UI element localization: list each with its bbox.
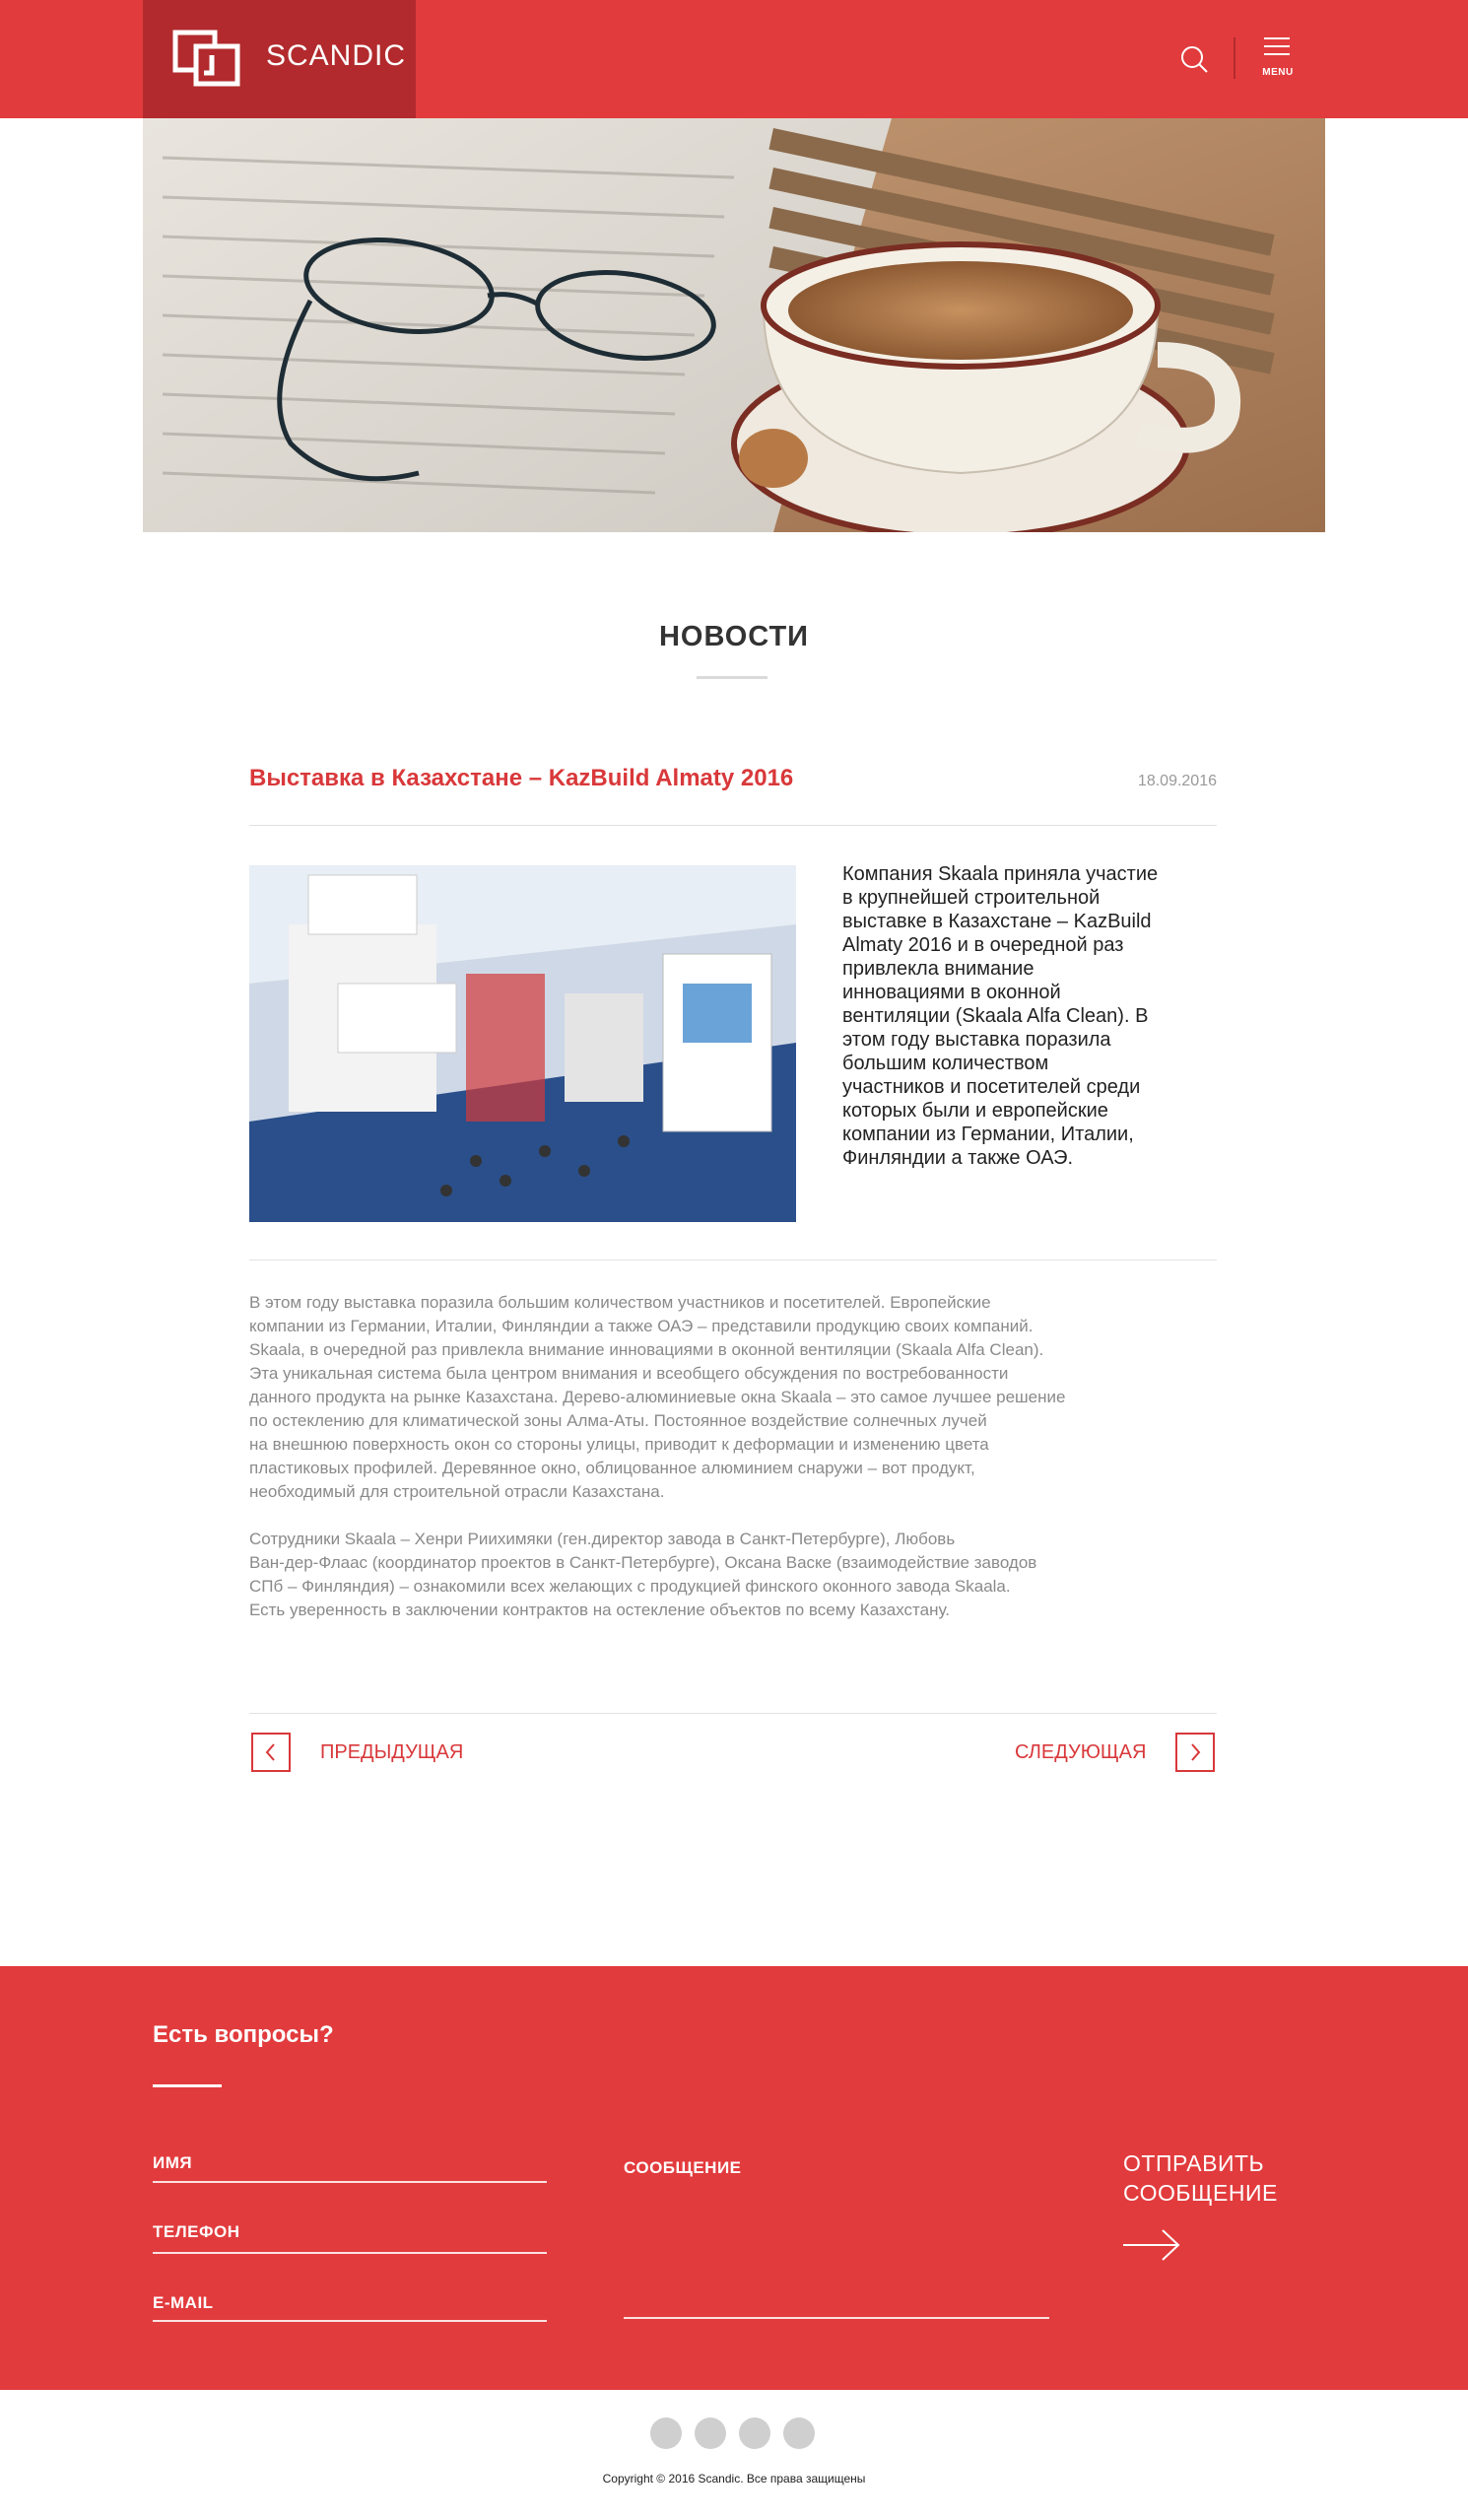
search-icon (1181, 46, 1208, 73)
header-divider (1234, 37, 1235, 79)
arrow-right-icon (1123, 2229, 1180, 2261)
body-line: СПб – Финляндия) – ознакомили всех желаю… (249, 1577, 1011, 1596)
body-line: Сотрудники Skaala – Хенри Риихимяки (ген… (249, 1530, 956, 1548)
logo-icon (172, 30, 240, 87)
lead-line: вентиляции (Skaala Alfa Clean). В (842, 1005, 1149, 1027)
body-line: Есть уверенность в заключении контрактов… (249, 1601, 950, 1619)
body-line: Эта уникальная система была центром вним… (249, 1364, 1009, 1383)
menu-button[interactable]: MENU (1261, 35, 1295, 83)
hero-image (143, 118, 1325, 532)
body-line: Skaala, в очередной раз привлекла вниман… (249, 1340, 1044, 1359)
phone-field[interactable]: ТЕЛЕФОН (153, 2222, 547, 2254)
lead-line: этом году выставка поразила (842, 1029, 1111, 1051)
lead-line: привлекла внимание (842, 958, 1034, 980)
contact-title-underline (153, 2084, 222, 2087)
logo[interactable]: SCANDIC (143, 0, 416, 118)
lead-line: Almaty 2016 и в очередной раз (842, 934, 1124, 956)
next-label: СЛЕДУЮЩАЯ (1015, 1740, 1147, 1763)
article-lead: Компания Skaala приняла участие в крупне… (842, 862, 1207, 1170)
social-links (650, 2418, 815, 2449)
contact-title: Есть вопросы? (153, 2021, 334, 2048)
article-date: 18.09.2016 (1137, 773, 1217, 789)
social-link[interactable] (650, 2418, 682, 2449)
send-message-button[interactable]: ОТПРАВИТЬ СООБЩЕНИЕ (1123, 2148, 1320, 2268)
lead-line: в крупнейшей строительной (842, 887, 1101, 909)
body-line: данного продукта на рынке Казахстана. Де… (249, 1388, 1066, 1406)
email-label: E-MAIL (153, 2293, 214, 2312)
message-field[interactable]: СООБЩЕНИЕ (624, 2158, 1049, 2319)
section-title-underline (697, 676, 767, 679)
lead-line: которых были и европейские (842, 1100, 1108, 1122)
send-label-line2: СООБЩЕНИЕ (1123, 2180, 1278, 2206)
divider (249, 825, 1217, 826)
social-link[interactable] (739, 2418, 770, 2449)
article-body-paragraph: Сотрудники Skaala – Хенри Риихимяки (ген… (249, 1528, 1217, 1622)
body-line: В этом году выставка поразила большим ко… (249, 1293, 991, 1312)
menu-label: MENU (1262, 67, 1294, 78)
search-button[interactable] (1174, 39, 1214, 79)
lead-line: выставке в Казахстане – KazBuild (842, 911, 1152, 932)
lead-line: участников и посетителей среди (842, 1076, 1141, 1098)
name-label: ИМЯ (153, 2153, 193, 2172)
section-title: НОВОСТИ (658, 621, 810, 652)
contact-form: Есть вопросы? ИМЯ ТЕЛЕФОН E-MAIL СООБЩЕН… (0, 1966, 1468, 2390)
next-article-button[interactable]: СЛЕДУЮЩАЯ (1015, 1733, 1216, 1772)
previous-label: ПРЕДЫДУЩАЯ (320, 1740, 464, 1763)
lead-line: Финляндии а также ОАЭ. (842, 1147, 1074, 1169)
body-line: компании из Германии, Италии, Финляндии … (249, 1317, 1034, 1335)
brand-name: SCANDIC (266, 39, 407, 72)
name-field[interactable]: ИМЯ (153, 2153, 547, 2183)
body-line: по остеклению для климатической зоны Алм… (249, 1411, 987, 1430)
social-link[interactable] (783, 2418, 815, 2449)
copyright: Copyright © 2016 Scandic. Все права защи… (602, 2472, 866, 2486)
body-line: на внешнюю поверхность окон со стороны у… (249, 1435, 989, 1454)
article-title[interactable]: Выставка в Казахстане – KazBuild Almaty … (249, 765, 793, 792)
article-image (249, 865, 796, 1222)
body-line: пластиковых профилей. Деревянное окно, о… (249, 1459, 975, 1477)
divider (249, 1713, 1217, 1714)
lead-line: компании из Германии, Италии, (842, 1124, 1134, 1145)
body-line: Ван-дер-Флаас (координатор проектов в Са… (249, 1553, 1037, 1572)
previous-article-button[interactable]: ПРЕДЫДУЩАЯ (251, 1733, 463, 1772)
body-line: необходимый для строительной отрасли Каз… (249, 1482, 665, 1501)
article-body-paragraph: В этом году выставка поразила большим ко… (249, 1291, 1217, 1504)
lead-line: Компания Skaala приняла участие (842, 863, 1159, 885)
social-link[interactable] (695, 2418, 726, 2449)
site-header: SCANDIC MENU (0, 0, 1468, 118)
chevron-left-icon (251, 1733, 291, 1772)
email-field[interactable]: E-MAIL (153, 2293, 547, 2322)
send-label-line1: ОТПРАВИТЬ (1123, 2150, 1265, 2176)
lead-line: большим количеством (842, 1053, 1049, 1074)
message-label: СООБЩЕНИЕ (624, 2158, 742, 2177)
chevron-right-icon (1175, 1733, 1216, 1772)
phone-label: ТЕЛЕФОН (153, 2222, 240, 2241)
lead-line: инновациями в оконной (842, 982, 1061, 1003)
